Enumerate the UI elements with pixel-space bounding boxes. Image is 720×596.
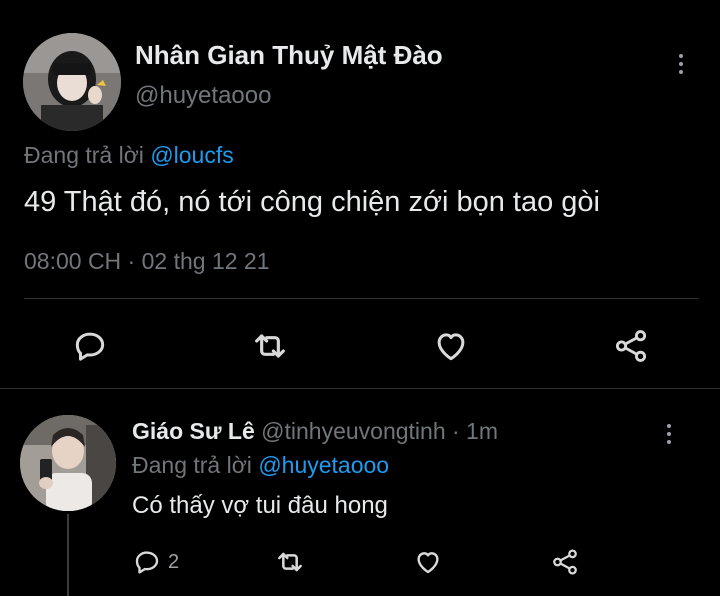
replying-prefix: Đang trả lời [24,142,144,168]
reply-header: Giáo Sư Lê @tinhyeuvongtinh · 1m [132,418,498,445]
divider-top [24,298,698,299]
author-handle[interactable]: @huyetaooo [135,82,271,110]
reply-action-bar: 2 [0,542,720,582]
reply-author-meta[interactable]: @tinhyeuvongtinh · 1m [261,418,498,444]
reply-replying-prefix: Đang trả lời [132,452,252,478]
divider-main [0,388,720,389]
reply-more-options-icon[interactable] [664,424,674,444]
reply-text: Có thấy vợ tui đâu hong [132,492,388,519]
retweet-icon[interactable] [248,324,292,368]
reply-reply-icon [132,547,162,577]
reply-share-icon[interactable] [547,544,583,580]
reply-reply-button[interactable]: 2 [132,544,179,580]
main-action-bar [0,318,720,374]
tweet-timestamp[interactable]: 08:00 CH · 02 thg 12 21 [24,248,270,275]
reply-author-avatar[interactable] [20,415,116,511]
author-avatar[interactable] [23,33,121,131]
reply-retweet-icon[interactable] [272,544,308,580]
replying-to-line: Đang trả lời @loucfs [24,142,234,169]
reply-count: 2 [168,550,180,573]
reply-replying-to-mention[interactable]: @huyetaooo [258,452,389,478]
reply-replying-to-line: Đang trả lời @huyetaooo [132,452,389,479]
reply-author-name[interactable]: Giáo Sư Lê [132,418,255,444]
more-options-icon[interactable] [676,54,686,74]
reply-icon[interactable] [68,324,112,368]
heart-icon[interactable] [429,324,473,368]
author-name[interactable]: Nhân Gian Thuỷ Mật Đào [135,40,443,71]
share-icon[interactable] [609,324,653,368]
reply-heart-icon[interactable] [410,544,446,580]
tweet-text: 49 Thật đó, nó tới công chiện zới bọn ta… [24,186,600,218]
replying-to-mention[interactable]: @loucfs [150,142,233,168]
